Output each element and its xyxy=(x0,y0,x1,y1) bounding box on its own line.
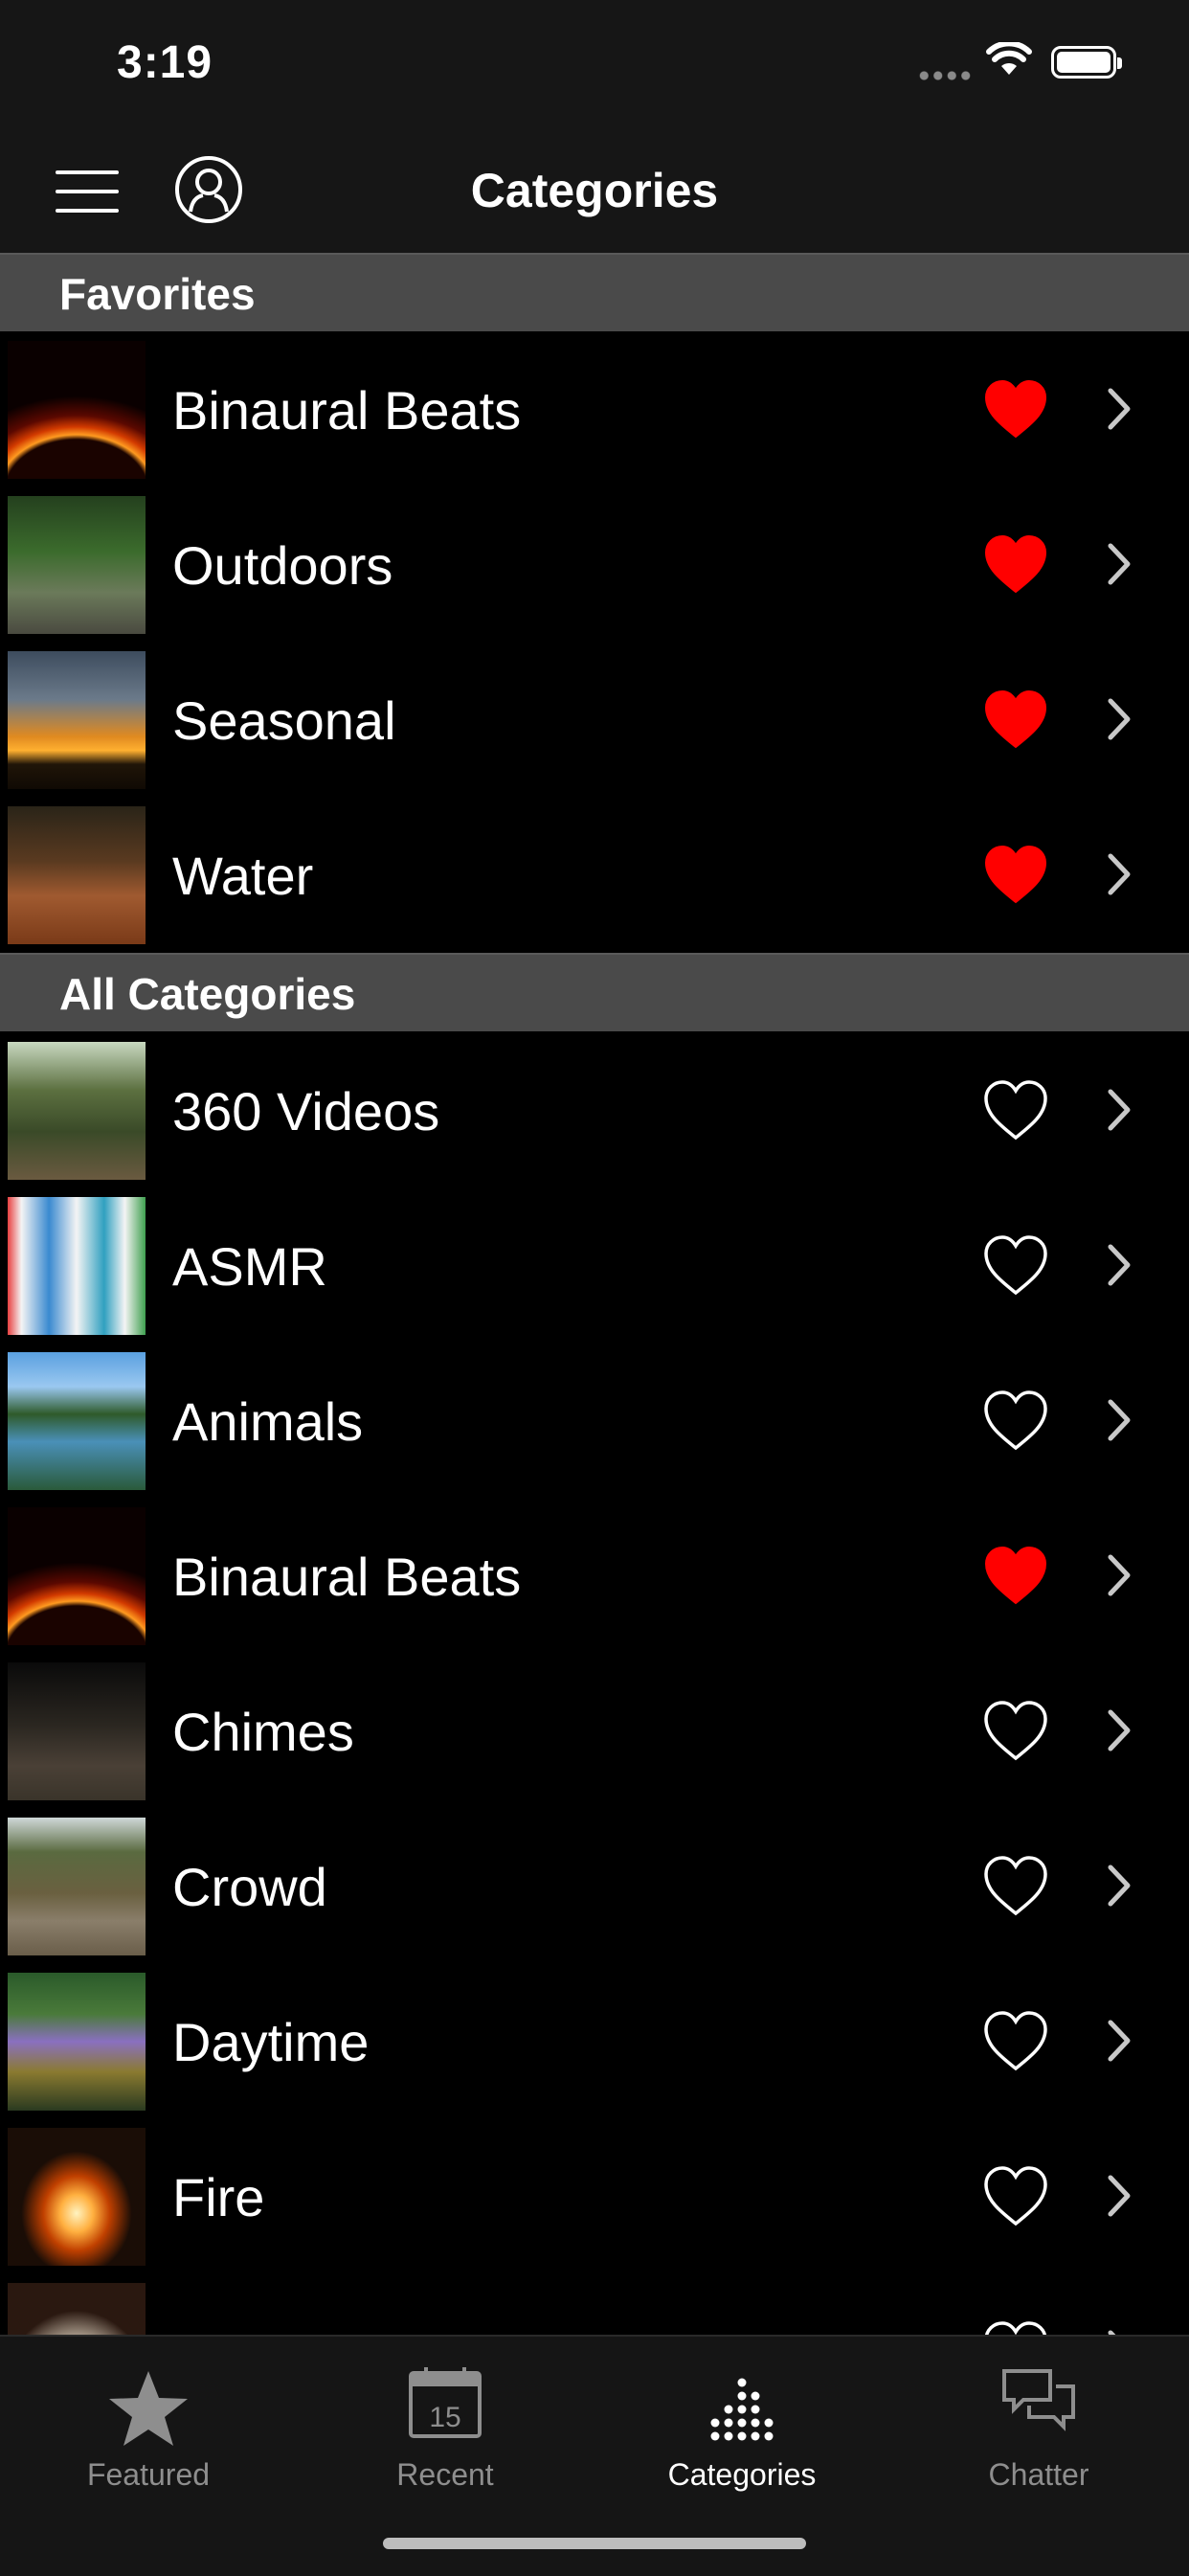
category-row[interactable]: Chimes xyxy=(0,1662,1189,1818)
wifi-icon xyxy=(986,42,1032,75)
chevron-right-icon xyxy=(1108,1244,1131,1286)
category-row[interactable]: Outdoors xyxy=(0,496,1189,651)
tab-label: Chatter xyxy=(988,2457,1089,2492)
category-label: ASMR xyxy=(172,1236,327,1297)
tab-recent[interactable]: 15 Recent xyxy=(325,2356,565,2509)
chevron-right-icon xyxy=(1108,1554,1131,1596)
chevron-right-icon xyxy=(1108,1399,1131,1441)
categories-icon xyxy=(710,2378,774,2441)
category-label: Seasonal xyxy=(172,690,396,751)
chevron-right-icon xyxy=(1108,1089,1131,1131)
chevron-right-icon xyxy=(1108,1864,1131,1907)
category-row[interactable]: Seasonal xyxy=(0,651,1189,806)
battery-icon xyxy=(1051,46,1122,79)
chevron-right-icon xyxy=(1108,698,1131,740)
section-header-favorites: Favorites xyxy=(0,253,1189,331)
category-label: Binaural Beats xyxy=(172,380,522,441)
category-label: Water xyxy=(172,846,314,906)
heart-outline-icon[interactable] xyxy=(982,1854,1049,1917)
category-thumbnail xyxy=(8,1818,146,1955)
category-row[interactable]: Animals xyxy=(0,1352,1189,1507)
category-thumbnail xyxy=(8,1352,146,1490)
chevron-right-icon xyxy=(1108,388,1131,430)
category-thumbnail xyxy=(8,1662,146,1800)
category-label: Animals xyxy=(172,1391,364,1452)
heart-filled-icon[interactable] xyxy=(982,532,1049,596)
calendar-badge: 15 xyxy=(429,2402,461,2433)
chevron-right-icon xyxy=(1108,543,1131,585)
navigation-bar: Categories xyxy=(0,134,1189,253)
category-thumbnail xyxy=(8,806,146,944)
heart-filled-icon[interactable] xyxy=(982,1544,1049,1607)
category-row[interactable]: Daytime xyxy=(0,1973,1189,2128)
category-label: Chimes xyxy=(172,1702,354,1762)
category-label: Binaural Beats xyxy=(172,1547,522,1607)
heart-filled-icon[interactable] xyxy=(982,377,1049,441)
category-thumbnail xyxy=(8,1042,146,1180)
category-row[interactable]: Crowd xyxy=(0,1818,1189,1973)
category-thumbnail xyxy=(8,341,146,479)
heart-outline-icon[interactable] xyxy=(982,1389,1049,1452)
chevron-right-icon xyxy=(1108,1709,1131,1751)
category-thumbnail xyxy=(8,651,146,789)
heart-outline-icon[interactable] xyxy=(982,2009,1049,2072)
status-bar: 3:19 xyxy=(0,0,1189,134)
page-title: Categories xyxy=(470,164,719,217)
chevron-right-icon xyxy=(1108,853,1131,895)
section-title: All Categories xyxy=(59,969,356,1019)
category-thumbnail xyxy=(8,1507,146,1645)
heart-outline-icon[interactable] xyxy=(982,1699,1049,1762)
home-indicator[interactable] xyxy=(383,2538,806,2549)
status-time: 3:19 xyxy=(117,37,213,88)
category-thumbnail xyxy=(8,496,146,634)
category-label: Crowd xyxy=(172,1857,327,1917)
category-row[interactable]: Water xyxy=(0,806,1189,961)
heart-outline-icon[interactable] xyxy=(982,2164,1049,2227)
chat-icon xyxy=(1002,2369,1075,2431)
category-thumbnail xyxy=(8,1197,146,1335)
heart-outline-icon[interactable] xyxy=(982,1078,1049,1141)
chevron-right-icon xyxy=(1108,2020,1131,2062)
chevron-right-icon xyxy=(1108,2175,1131,2217)
star-icon xyxy=(109,2371,188,2446)
heart-filled-icon[interactable] xyxy=(982,688,1049,751)
tab-label: Featured xyxy=(86,2457,211,2492)
category-thumbnail xyxy=(8,1973,146,2111)
tab-label: Recent xyxy=(396,2457,494,2492)
category-label: 360 Videos xyxy=(172,1081,440,1141)
category-row[interactable]: Binaural Beats xyxy=(0,1507,1189,1662)
category-row[interactable]: ASMR xyxy=(0,1197,1189,1352)
category-row[interactable]: 360 Videos xyxy=(0,1042,1189,1197)
category-thumbnail xyxy=(8,2128,146,2266)
section-header-all-categories: All Categories xyxy=(0,953,1189,1031)
heart-filled-icon[interactable] xyxy=(982,843,1049,906)
tab-categories[interactable]: Categories xyxy=(622,2356,862,2509)
category-label: Daytime xyxy=(172,2012,370,2072)
signal-icon xyxy=(917,71,973,80)
tab-chatter[interactable]: Chatter xyxy=(919,2356,1158,2509)
tab-label: Categories xyxy=(667,2457,817,2492)
category-row[interactable]: Fire xyxy=(0,2128,1189,2283)
heart-outline-icon[interactable] xyxy=(982,1233,1049,1297)
section-title: Favorites xyxy=(59,269,256,319)
category-row[interactable]: Binaural Beats xyxy=(0,341,1189,496)
category-label: Outdoors xyxy=(172,535,393,596)
tab-featured[interactable]: Featured xyxy=(29,2356,268,2509)
category-label: Fire xyxy=(172,2167,265,2227)
